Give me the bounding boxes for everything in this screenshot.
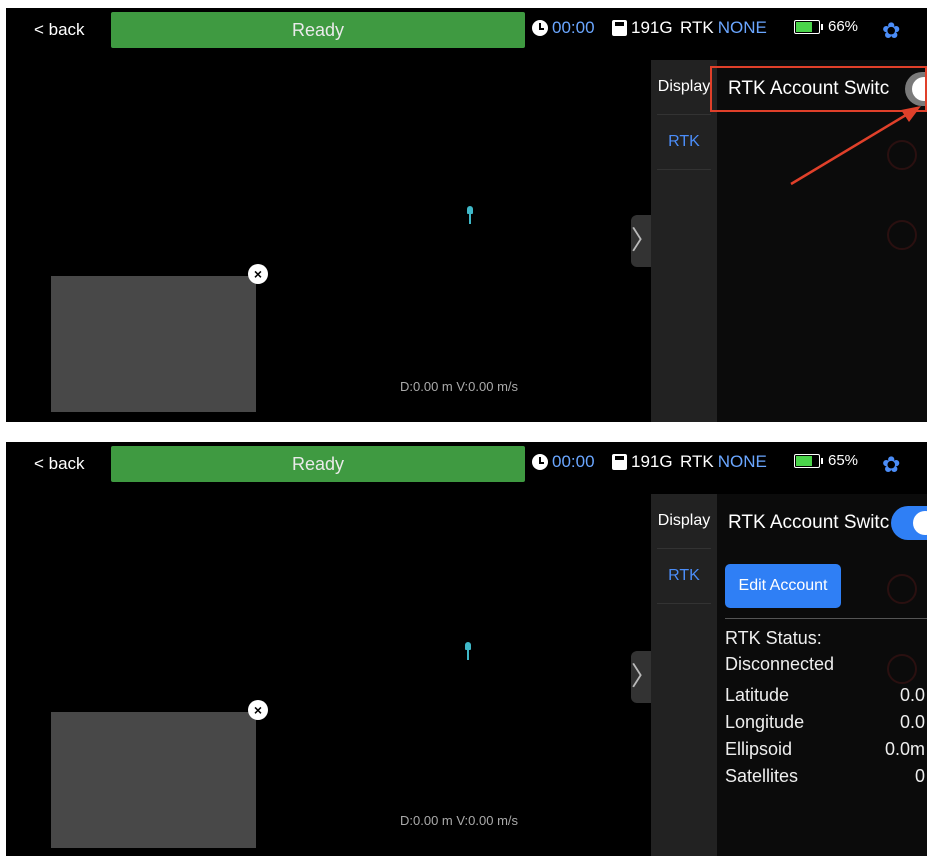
settings-tabs: Display RTK [651,60,717,422]
gear-icon[interactable]: ✿ [882,454,900,476]
flight-status-bar: Ready [111,446,525,482]
rtk-value: NONE [717,18,767,37]
battery-percent: 65% [828,452,859,469]
battery-fill [796,455,812,466]
back-button[interactable]: < back [34,20,85,40]
close-icon[interactable]: × [248,264,268,284]
distance-velocity-readout: D:0.00 m V:0.00 m/s [400,379,519,394]
battery-indicator: 65% [794,452,858,469]
gear-icon[interactable]: ✿ [882,20,900,42]
battery-icon [794,453,823,468]
screenshot-rtk-switch-on: < back Ready 00:00 191G RTK NONE 65% ✿ × … [6,442,927,856]
rtk-label: RTK [680,18,714,37]
rtk-indicator: RTK NONE [680,452,767,472]
latitude-label: Latitude [725,685,790,705]
tab-display[interactable]: Display [657,60,711,115]
rtk-settings-panel: RTK Account Switc Edit Account RTK Statu… [717,494,927,856]
timer-value: 00:00 [552,452,595,471]
flight-status-bar: Ready [111,12,525,48]
ellipsoid-value: 0.0m [884,739,925,759]
rtk-account-toggle[interactable] [891,506,927,540]
annotation-arrow [790,106,921,186]
flight-timer: 00:00 [532,18,595,38]
tab-rtk[interactable]: RTK [657,549,711,604]
latitude-value: 0.0 [899,685,925,705]
tab-rtk[interactable]: RTK [657,115,711,170]
ellipsoid-row: Ellipsoid 0.0m [725,739,927,760]
distance-velocity-readout: D:0.00 m V:0.00 m/s [400,813,519,828]
battery-icon [794,19,823,34]
divider [725,618,927,619]
satellites-row: Satellites 0 [725,766,927,787]
rtk-status-value: Disconnected [725,654,835,674]
storage-indicator: 191G [612,18,673,38]
storage-indicator: 191G [612,452,673,472]
timer-value: 00:00 [552,18,595,37]
rtk-value: NONE [717,452,767,471]
latitude-row: Latitude 0.0 [725,685,927,706]
rtk-label: RTK [680,452,714,471]
longitude-value: 0.0 [899,712,925,732]
flight-timer: 00:00 [532,452,595,472]
rtk-indicator: RTK NONE [680,18,767,38]
aircraft-marker-icon [465,642,471,660]
faded-record-icon [887,654,917,684]
battery-percent: 66% [828,18,859,35]
video-preview-window[interactable] [51,276,256,412]
satellites-label: Satellites [725,766,799,786]
clock-icon [532,20,548,36]
storage-value: 191G [631,18,673,37]
clock-icon [532,454,548,470]
rtk-account-switch-label: RTK Account Switc [728,512,890,533]
edit-account-button[interactable]: Edit Account [725,564,841,608]
battery-indicator: 66% [794,18,858,35]
video-preview-window[interactable] [51,712,256,848]
settings-tabs: Display RTK [651,494,717,856]
satellites-value: 0 [914,766,925,786]
ellipsoid-label: Ellipsoid [725,739,793,759]
longitude-label: Longitude [725,712,805,732]
panel-collapse-handle[interactable]: 〉 [631,651,657,703]
storage-value: 191G [631,452,673,471]
rtk-status-label: RTK Status: [725,628,822,648]
close-icon[interactable]: × [248,700,268,720]
save-disk-icon [612,454,627,470]
faded-record-icon [887,220,917,250]
save-disk-icon [612,20,627,36]
faded-control-icon [887,574,917,604]
longitude-row: Longitude 0.0 [725,712,927,733]
panel-collapse-handle[interactable]: 〉 [631,215,657,267]
battery-fill [796,21,812,32]
toggle-knob [913,511,927,535]
back-button[interactable]: < back [34,454,85,474]
aircraft-marker-icon [467,206,473,224]
screenshot-rtk-switch-off: < back Ready 00:00 191G RTK NONE 66% ✿ × … [6,8,927,422]
tab-display[interactable]: Display [657,494,711,549]
